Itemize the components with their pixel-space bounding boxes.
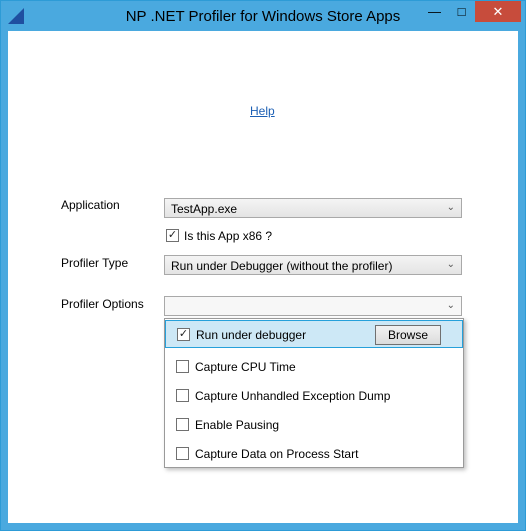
chevron-down-icon: ⌄ bbox=[446, 259, 455, 270]
option-label: Capture Data on Process Start bbox=[195, 447, 359, 461]
browse-button[interactable]: Browse bbox=[375, 325, 441, 345]
maximize-button[interactable]: □ bbox=[448, 1, 475, 22]
title-bar[interactable]: NP .NET Profiler for Windows Store Apps … bbox=[1, 1, 525, 31]
minimize-icon: — bbox=[428, 4, 441, 19]
option-label: Capture Unhandled Exception Dump bbox=[195, 389, 391, 403]
application-combobox[interactable]: TestApp.exe ⌄ bbox=[164, 198, 462, 218]
option-label: Run under debugger bbox=[196, 328, 307, 342]
help-link[interactable]: Help bbox=[250, 104, 275, 118]
option-label: Capture CPU Time bbox=[195, 360, 296, 374]
chevron-down-icon: ⌄ bbox=[446, 300, 455, 311]
capture-data-on-start-checkbox[interactable] bbox=[176, 447, 189, 460]
profiler-type-combobox[interactable]: Run under Debugger (without the profiler… bbox=[164, 255, 462, 275]
enable-pausing-checkbox[interactable] bbox=[176, 418, 189, 431]
capture-cpu-time-checkbox[interactable] bbox=[176, 360, 189, 373]
client-area: Help Application TestApp.exe ⌄ ✓ Is this… bbox=[8, 31, 518, 523]
close-button[interactable]: ✕ bbox=[475, 1, 521, 22]
option-capture-cpu-time[interactable]: Capture CPU Time bbox=[165, 353, 463, 381]
capture-exception-dump-checkbox[interactable] bbox=[176, 389, 189, 402]
application-label: Application bbox=[61, 198, 120, 212]
option-capture-data-on-process-start[interactable]: Capture Data on Process Start bbox=[165, 440, 463, 468]
option-capture-unhandled-exception-dump[interactable]: Capture Unhandled Exception Dump bbox=[165, 382, 463, 410]
minimize-button[interactable]: — bbox=[421, 1, 448, 22]
option-enable-pausing[interactable]: Enable Pausing bbox=[165, 411, 463, 439]
profiler-options-label: Profiler Options bbox=[61, 297, 144, 311]
option-label: Enable Pausing bbox=[195, 418, 280, 432]
maximize-icon: □ bbox=[457, 4, 466, 19]
run-under-debugger-checkbox[interactable]: ✓ bbox=[177, 328, 190, 341]
chevron-down-icon: ⌄ bbox=[446, 202, 455, 213]
profiler-type-label: Profiler Type bbox=[61, 256, 129, 270]
is-x86-checkbox[interactable]: ✓ bbox=[166, 229, 179, 242]
application-value: TestApp.exe bbox=[171, 202, 238, 216]
main-window: NP .NET Profiler for Windows Store Apps … bbox=[0, 0, 526, 531]
profiler-options-combobox[interactable]: ⌄ bbox=[164, 296, 462, 316]
option-run-under-debugger[interactable]: ✓ Run under debugger Browse bbox=[165, 320, 463, 348]
close-icon: ✕ bbox=[492, 3, 504, 19]
profiler-type-value: Run under Debugger (without the profiler… bbox=[171, 259, 393, 273]
is-x86-label: Is this App x86 ? bbox=[184, 229, 273, 243]
profiler-options-dropdown: ✓ Run under debugger Browse Capture CPU … bbox=[164, 318, 464, 468]
